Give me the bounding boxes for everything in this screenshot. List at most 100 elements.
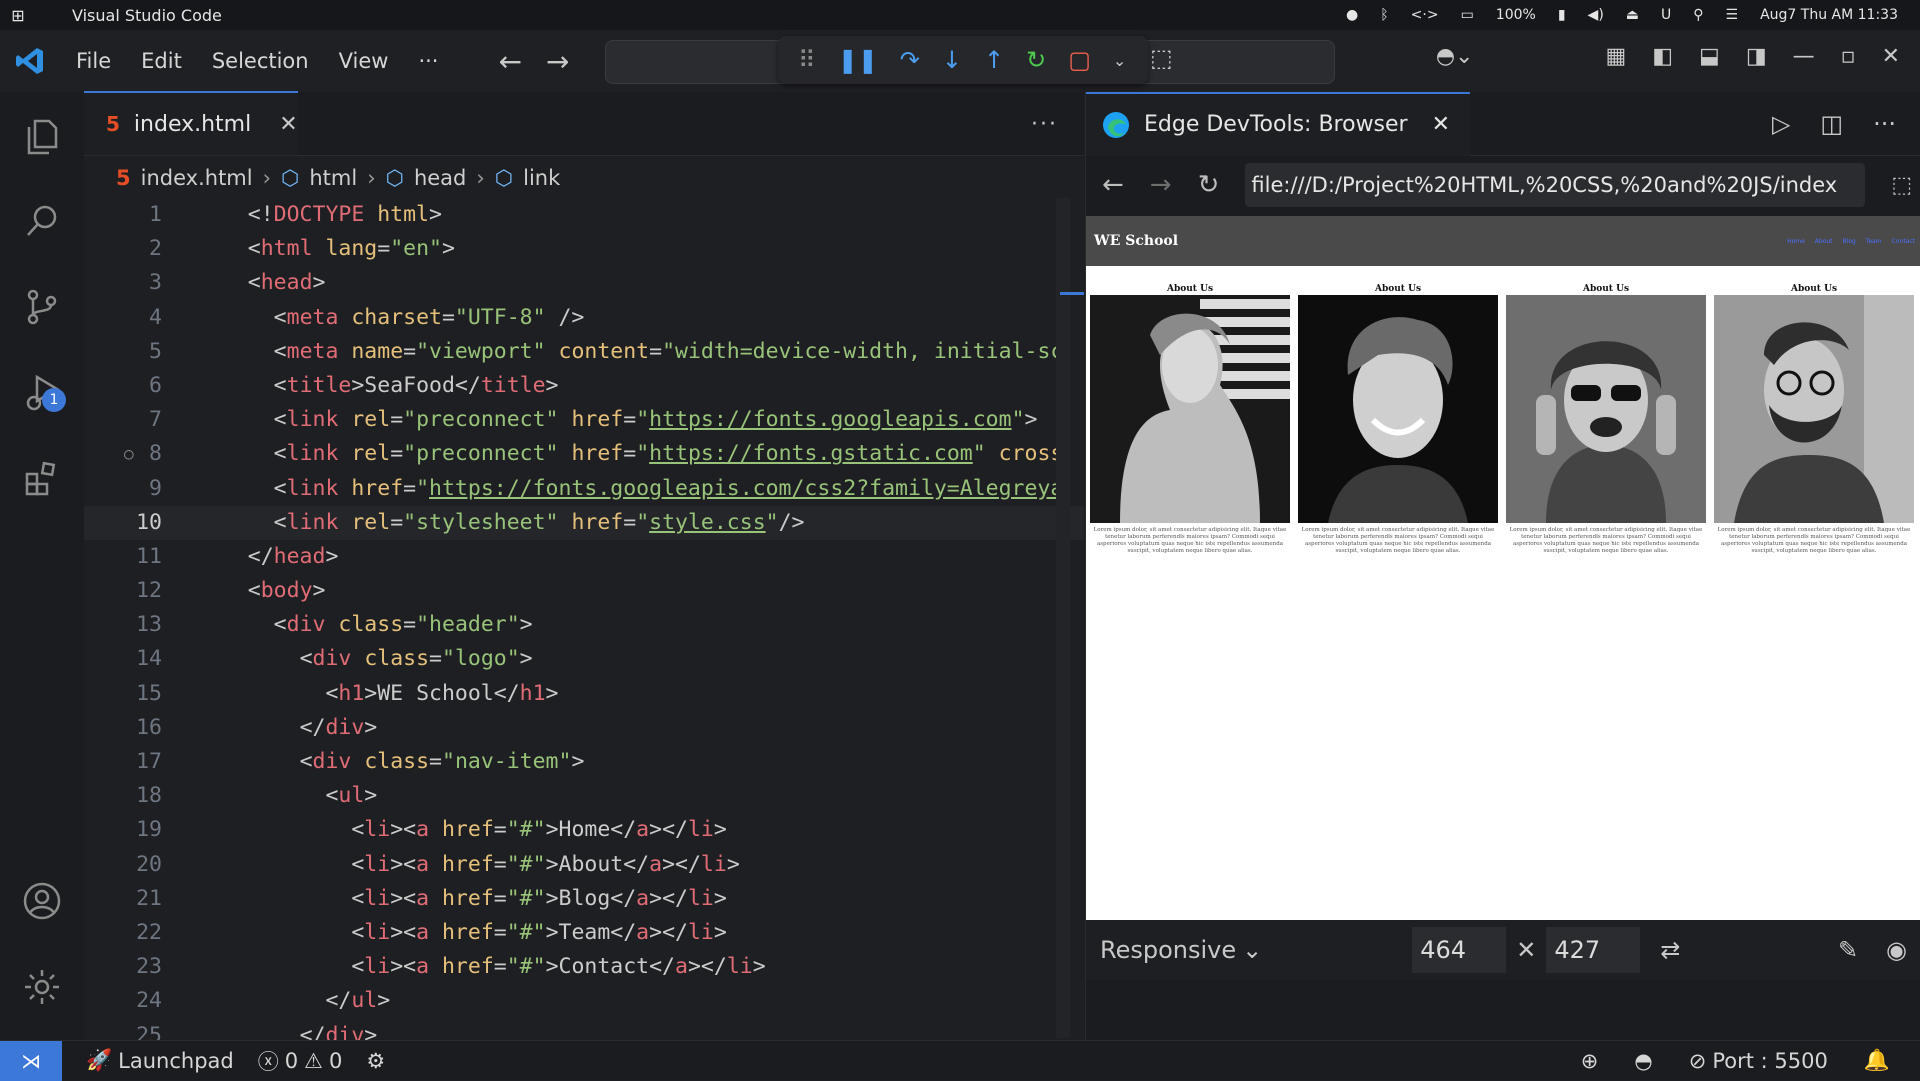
stop-icon[interactable]: ▢ — [1068, 46, 1091, 74]
extensions-icon[interactable] — [0, 436, 84, 522]
code-icon[interactable]: <·> — [1411, 7, 1439, 23]
eject-icon[interactable]: ⏏ — [1626, 7, 1639, 23]
code-line[interactable]: 7 <link rel="preconnect" href="https://f… — [84, 403, 1084, 437]
height-input[interactable]: 427 — [1546, 927, 1641, 973]
display-icon[interactable]: ▭ — [1461, 7, 1474, 23]
code-line[interactable]: 4 <meta charset="UTF-8" /> — [84, 301, 1084, 335]
browser-reload-icon[interactable]: ↻ — [1198, 170, 1220, 200]
menu-file[interactable]: File — [76, 49, 111, 73]
code-line[interactable]: 5 <meta name="viewport" content="width=d… — [84, 335, 1084, 369]
problems-item[interactable]: ⓧ 0 ⚠ 0 — [258, 1046, 343, 1076]
gutter[interactable] — [162, 198, 196, 232]
search-icon[interactable]: ⚲ — [1693, 7, 1703, 23]
gutter[interactable] — [162, 711, 196, 745]
code-line[interactable]: 9 <link href="https://fonts.googleapis.c… — [84, 472, 1084, 506]
windows-logo-icon[interactable]: ⊞ — [0, 6, 36, 25]
code-editor[interactable]: 1 <!DOCTYPE html> 2 <html lang="en"> 3 <he… — [84, 198, 1084, 1053]
inspect-icon[interactable]: ⬚ — [1891, 173, 1912, 198]
code-line[interactable]: 24 </ul> — [84, 984, 1084, 1018]
maximize-icon[interactable]: ▫ — [1841, 44, 1856, 69]
editor-scrollbar[interactable] — [1056, 198, 1070, 1038]
source-control-icon[interactable] — [0, 264, 84, 350]
url-input[interactable]: file:///D:/Project%20HTML,%20CSS,%20and%… — [1245, 163, 1866, 207]
toggle-panel-icon[interactable]: ⬓ — [1699, 44, 1720, 69]
gutter[interactable] — [162, 745, 196, 779]
search-icon[interactable] — [0, 178, 84, 264]
copilot-status-icon[interactable]: ◓ — [1634, 1049, 1652, 1073]
forward-arrow-icon[interactable]: → — [546, 45, 569, 78]
magic-wand-icon[interactable]: ✎ — [1838, 936, 1858, 964]
code-line[interactable]: 8 ○ <link rel="preconnect" href="https://… — [84, 437, 1084, 471]
gutter[interactable] — [162, 779, 196, 813]
breakpoint-hint-icon[interactable]: ○ — [124, 437, 134, 471]
menu-selection[interactable]: Selection — [212, 49, 309, 73]
code-line[interactable]: 16 </div> — [84, 711, 1084, 745]
explorer-icon[interactable] — [0, 92, 84, 178]
site-nav-blog[interactable]: Blog — [1843, 238, 1856, 245]
gutter[interactable] — [162, 403, 196, 437]
site-nav-home[interactable]: Home — [1787, 238, 1805, 245]
breadcrumb-link[interactable]: link — [523, 166, 560, 190]
code-line[interactable]: 14 <div class="logo"> — [84, 642, 1084, 676]
device-mode-select[interactable]: Responsive — [1100, 936, 1236, 964]
accounts-icon[interactable] — [0, 858, 84, 944]
debug-status-icon[interactable]: ⚙ — [366, 1049, 385, 1073]
close-tab-icon[interactable]: ✕ — [1432, 112, 1450, 137]
gutter[interactable] — [162, 232, 196, 266]
gutter[interactable] — [162, 301, 196, 335]
gutter[interactable] — [162, 813, 196, 847]
drag-handle-icon[interactable]: ⠿ — [798, 46, 816, 74]
menu-more[interactable]: ··· — [418, 49, 438, 73]
u-icon[interactable]: U — [1661, 7, 1671, 23]
site-nav-about[interactable]: About — [1815, 238, 1833, 245]
gutter[interactable] — [162, 335, 196, 369]
code-line[interactable]: 19 <li><a href="#">Home</a></li> — [84, 813, 1084, 847]
gutter[interactable] — [162, 882, 196, 916]
volume-icon[interactable]: ◀) — [1588, 7, 1604, 23]
layout-icon[interactable]: ▦ — [1605, 44, 1626, 69]
breadcrumb-head[interactable]: head — [414, 166, 466, 190]
bell-icon[interactable]: 🔔 — [1864, 1048, 1890, 1073]
browser-viewport[interactable]: WE School Home About Blog Team Contact A… — [1086, 216, 1920, 920]
gutter[interactable] — [162, 506, 196, 540]
gutter[interactable] — [162, 574, 196, 608]
settings-gear-icon[interactable] — [0, 944, 84, 1030]
battery-icon[interactable]: ▮ — [1558, 7, 1566, 23]
zoom-icon[interactable]: ⊕ — [1581, 1049, 1599, 1073]
code-line[interactable]: 17 <div class="nav-item"> — [84, 745, 1084, 779]
code-line[interactable]: 1 <!DOCTYPE html> — [84, 198, 1084, 232]
browser-forward-icon[interactable]: → — [1150, 170, 1172, 200]
bluetooth-icon[interactable]: ᛒ — [1380, 7, 1388, 23]
step-over-icon[interactable]: ↷ — [900, 46, 920, 74]
code-line[interactable]: 6 <title>SeaFood</title> — [84, 369, 1084, 403]
chevron-down-icon[interactable]: ⌄ — [1113, 51, 1126, 70]
breadcrumb-html[interactable]: html — [309, 166, 357, 190]
launchpad-item[interactable]: 🚀 Launchpad — [86, 1048, 234, 1073]
code-line[interactable]: 18 <ul> — [84, 779, 1084, 813]
site-nav-contact[interactable]: Contact — [1892, 238, 1915, 245]
code-line[interactable]: 13 <div class="header"> — [84, 608, 1084, 642]
code-line[interactable]: 20 <li><a href="#">About</a></li> — [84, 848, 1084, 882]
browser-back-icon[interactable]: ← — [1102, 170, 1124, 200]
more-actions-icon[interactable]: ··· — [1031, 112, 1058, 137]
run-debug-icon[interactable]: 1 — [0, 350, 84, 436]
tab-index-html[interactable]: 5 index.html ✕ — [84, 91, 298, 155]
gutter[interactable] — [162, 608, 196, 642]
gutter[interactable] — [162, 642, 196, 676]
code-line[interactable]: 23 <li><a href="#">Contact</a></li> — [84, 950, 1084, 984]
inspect-screen-icon[interactable]: ⬚ — [1150, 44, 1173, 72]
eye-icon[interactable]: ◉ — [1886, 936, 1907, 964]
width-input[interactable]: 464 — [1412, 927, 1507, 973]
breadcrumb-file[interactable]: index.html — [141, 166, 253, 190]
code-line[interactable]: 2 <html lang="en"> — [84, 232, 1084, 266]
back-arrow-icon[interactable]: ← — [498, 45, 521, 78]
gutter[interactable] — [162, 950, 196, 984]
restart-icon[interactable]: ↻ — [1026, 46, 1046, 74]
code-line[interactable]: 12 <body> — [84, 574, 1084, 608]
toggle-sidebar-icon[interactable]: ◧ — [1652, 44, 1673, 69]
menu-view[interactable]: View — [339, 49, 389, 73]
gutter[interactable] — [162, 916, 196, 950]
control-center-icon[interactable]: ☰ — [1726, 7, 1739, 23]
gutter[interactable] — [162, 677, 196, 711]
gutter[interactable] — [162, 266, 196, 300]
